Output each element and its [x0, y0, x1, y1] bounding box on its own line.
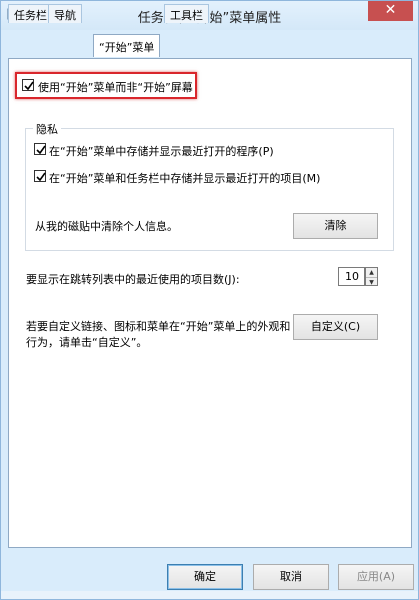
checkmark-icon [36, 172, 46, 182]
clear-button[interactable]: 清除 [293, 213, 378, 239]
start-menu-label: 使用“开始”菜单而非“开始”屏幕 [38, 81, 193, 94]
checkmark-icon [36, 145, 46, 155]
store-items-checkbox[interactable] [34, 170, 46, 182]
customize-text-line1: 若要自定义链接、图标和菜单在“开始”菜单上的外观和 [26, 320, 291, 333]
tab-start-menu[interactable]: “开始”菜单 [93, 34, 161, 57]
store-programs-label: 在“开始”菜单中存储并显示最近打开的程序(P) [49, 145, 274, 158]
dialog-window: 任务栏和“开始”菜单属性 ✕ 任务栏 导航 “开始”菜单 工具栏 使用“开始”菜… [0, 0, 419, 600]
customize-text-line2: 行为，请单击“自定义”。 [26, 336, 148, 349]
customize-button[interactable]: 自定义(C) [293, 314, 378, 340]
tab-taskbar[interactable]: 任务栏 [8, 4, 53, 23]
spin-down-icon[interactable]: ▼ [366, 277, 377, 286]
close-button[interactable]: ✕ [368, 1, 413, 21]
start-menu-checkbox[interactable] [22, 79, 34, 91]
privacy-group-title: 隐私 [33, 121, 61, 137]
jump-list-count-input[interactable]: 10 [338, 267, 365, 286]
tab-navigation[interactable]: 导航 [48, 4, 82, 23]
jump-list-spinner[interactable]: ▲ ▼ [365, 267, 378, 286]
spin-up-icon[interactable]: ▲ [366, 268, 377, 277]
ok-button[interactable]: 确定 [167, 564, 243, 590]
store-programs-checkbox[interactable] [34, 143, 46, 155]
apply-button[interactable]: 应用(A) [338, 564, 414, 590]
window-bottom-edge [1, 591, 418, 599]
clear-info-text: 从我的磁贴中清除个人信息。 [35, 220, 178, 233]
store-items-label: 在“开始”菜单和任务栏中存储并显示最近打开的项目(M) [49, 172, 321, 185]
jump-list-label: 要显示在跳转列表中的最近使用的项目数(J): [26, 273, 240, 286]
tab-toolbars[interactable]: 工具栏 [164, 4, 209, 23]
cancel-button[interactable]: 取消 [253, 564, 329, 590]
checkmark-icon [24, 81, 34, 91]
